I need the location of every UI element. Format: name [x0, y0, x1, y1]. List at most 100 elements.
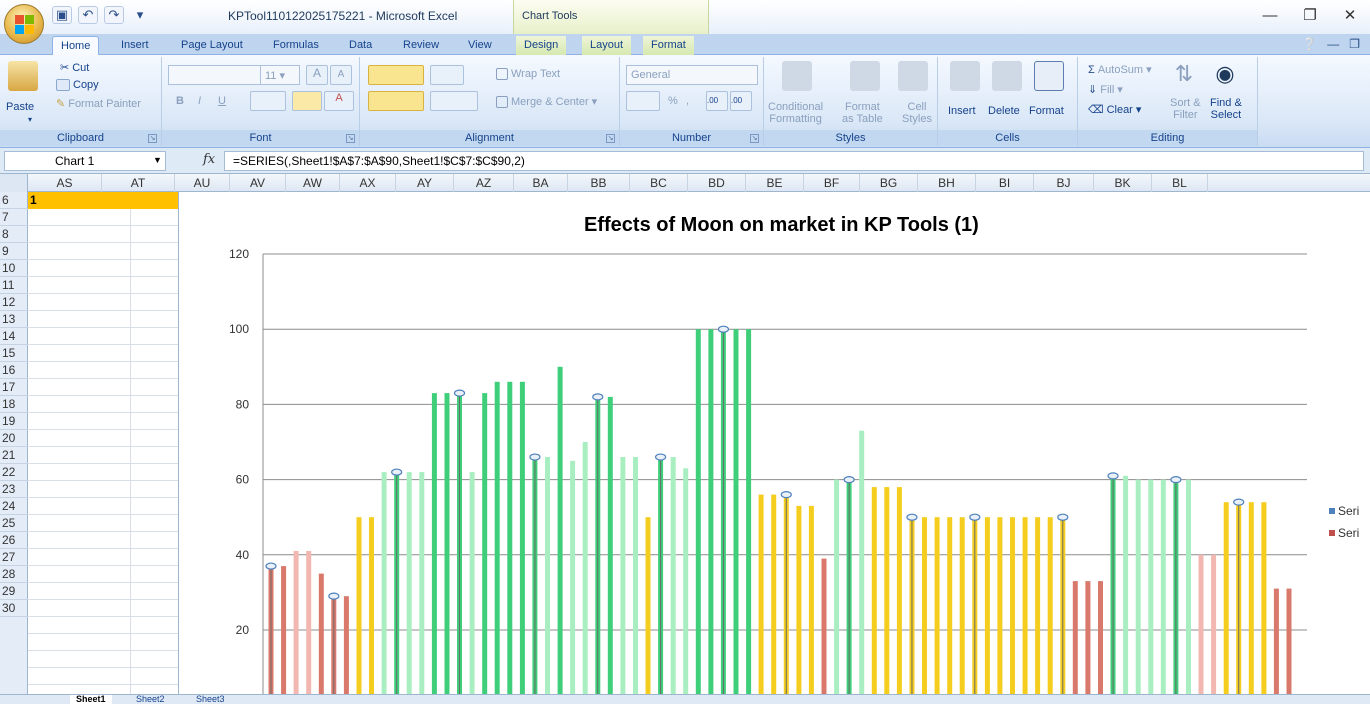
name-box[interactable]: Chart 1: [4, 151, 166, 171]
select-all-corner[interactable]: [0, 174, 28, 192]
selection-handle-46[interactable]: [843, 476, 855, 484]
bar-71[interactable]: [1160, 479, 1166, 704]
bar-81[interactable]: [1286, 588, 1292, 704]
tab-data[interactable]: Data: [341, 36, 380, 55]
save-icon[interactable]: ▣: [52, 6, 72, 24]
insert-function-icon[interactable]: fx: [203, 152, 215, 167]
undo-icon[interactable]: ↶: [78, 6, 98, 24]
orientation-button[interactable]: [430, 65, 464, 85]
redo-icon[interactable]: ↷: [104, 6, 124, 24]
selection-handle-51[interactable]: [906, 513, 918, 521]
paste-icon[interactable]: [8, 61, 38, 91]
grow-font-button[interactable]: A: [306, 65, 328, 85]
bar-2[interactable]: [293, 551, 299, 704]
bar-20[interactable]: [519, 381, 525, 704]
row-header-25[interactable]: 25: [0, 515, 28, 532]
fill-color-button[interactable]: [292, 91, 322, 111]
row-header-7[interactable]: 7: [0, 209, 28, 226]
column-header-ax[interactable]: AX: [340, 174, 396, 192]
cell-styles-button[interactable]: Cell Styles: [902, 101, 932, 125]
borders-button[interactable]: [250, 91, 286, 111]
sort-filter-button[interactable]: Sort & Filter: [1170, 97, 1201, 121]
selection-handle-0[interactable]: [265, 562, 277, 570]
paste-button[interactable]: Paste: [6, 101, 34, 113]
column-header-bk[interactable]: BK: [1094, 174, 1152, 192]
bar-50[interactable]: [896, 487, 902, 704]
font-size-select[interactable]: 11 ▾: [260, 65, 300, 85]
font-launcher-icon[interactable]: ↘: [346, 134, 355, 143]
office-button[interactable]: [4, 4, 44, 44]
selection-handle-41[interactable]: [780, 491, 792, 499]
bar-54[interactable]: [947, 517, 953, 704]
row-header-17[interactable]: 17: [0, 379, 28, 396]
column-header-bi[interactable]: BI: [976, 174, 1034, 192]
bar-6[interactable]: [343, 596, 349, 704]
bar-8[interactable]: [369, 517, 374, 704]
bar-37[interactable]: [733, 329, 739, 704]
selection-handle-67[interactable]: [1107, 472, 1119, 480]
row-header-13[interactable]: 13: [0, 311, 28, 328]
selection-handle-36[interactable]: [717, 325, 730, 333]
tab-review[interactable]: Review: [395, 36, 447, 55]
conditional-formatting-button[interactable]: Conditional Formatting: [768, 101, 823, 125]
customize-qat-icon[interactable]: ▾: [130, 6, 150, 24]
bar-40[interactable]: [771, 494, 777, 704]
selection-handle-72[interactable]: [1170, 476, 1182, 484]
row-header-29[interactable]: 29: [0, 583, 28, 600]
tab-view[interactable]: View: [460, 36, 500, 55]
font-color-button[interactable]: A: [324, 91, 354, 111]
increase-decimal-button[interactable]: .00: [706, 91, 728, 111]
selection-handle-5[interactable]: [328, 592, 340, 600]
sheet-tab-1[interactable]: Sheet1: [70, 695, 112, 704]
sheet-tab-2[interactable]: Sheet2: [130, 695, 171, 704]
format-painter-button[interactable]: ✎ Format Painter: [56, 97, 141, 111]
bar-73[interactable]: [1186, 479, 1191, 704]
bar-12[interactable]: [419, 472, 425, 704]
column-header-at[interactable]: AT: [102, 174, 175, 192]
bar-58[interactable]: [997, 517, 1003, 704]
selection-handle-10[interactable]: [391, 468, 403, 476]
bar-13[interactable]: [431, 393, 437, 704]
bar-27[interactable]: [607, 396, 613, 704]
column-header-au[interactable]: AU: [175, 174, 230, 192]
bar-43[interactable]: [808, 505, 814, 704]
bar-76[interactable]: [1223, 502, 1229, 704]
autosum-button[interactable]: Σ AutoSum ▾: [1088, 63, 1152, 77]
bar-61[interactable]: [1035, 517, 1041, 704]
selection-handle-56[interactable]: [969, 513, 981, 521]
column-header-bc[interactable]: BC: [630, 174, 688, 192]
bar-53[interactable]: [934, 517, 940, 704]
bar-23[interactable]: [557, 366, 563, 704]
insert-cells-button[interactable]: Insert: [948, 105, 976, 117]
number-format-select[interactable]: General: [626, 65, 758, 85]
ribbon-restore-icon[interactable]: ❐: [1349, 37, 1360, 51]
bar-7[interactable]: [356, 517, 362, 704]
bar-1[interactable]: [281, 566, 287, 704]
bar-4[interactable]: [318, 573, 324, 704]
bar-14[interactable]: [444, 393, 450, 704]
chart-area[interactable]: 20 40 60 80 100 120 Effects of Moon on market…: [178, 192, 1370, 704]
formula-input[interactable]: =SERIES(,Sheet1!$A$7:$A$90,Sheet1!$C$7:$…: [224, 151, 1364, 171]
format-as-table-button[interactable]: Format as Table: [842, 101, 883, 125]
tab-formulas[interactable]: Formulas: [265, 36, 327, 55]
ribbon-minimize-icon[interactable]: —: [1327, 37, 1339, 51]
bar-33[interactable]: [683, 468, 689, 704]
bar-80[interactable]: [1273, 588, 1279, 704]
bar-38[interactable]: [746, 329, 752, 704]
vertical-align-buttons[interactable]: [368, 65, 424, 85]
column-header-ay[interactable]: AY: [396, 174, 454, 192]
row-header-6[interactable]: 6: [0, 192, 28, 209]
row-header-28[interactable]: 28: [0, 566, 28, 583]
column-header-bl[interactable]: BL: [1152, 174, 1208, 192]
row-header-27[interactable]: 27: [0, 549, 28, 566]
column-header-bg[interactable]: BG: [860, 174, 918, 192]
row-header-11[interactable]: 11: [0, 277, 28, 294]
bar-9[interactable]: [381, 472, 387, 704]
bar-78[interactable]: [1248, 502, 1254, 704]
bar-52[interactable]: [922, 517, 927, 704]
row-header-8[interactable]: 8: [0, 226, 28, 243]
column-header-ba[interactable]: BA: [514, 174, 568, 192]
format-cells-button[interactable]: Format: [1029, 105, 1064, 117]
row-header-18[interactable]: 18: [0, 396, 28, 413]
bar-11[interactable]: [406, 472, 412, 704]
